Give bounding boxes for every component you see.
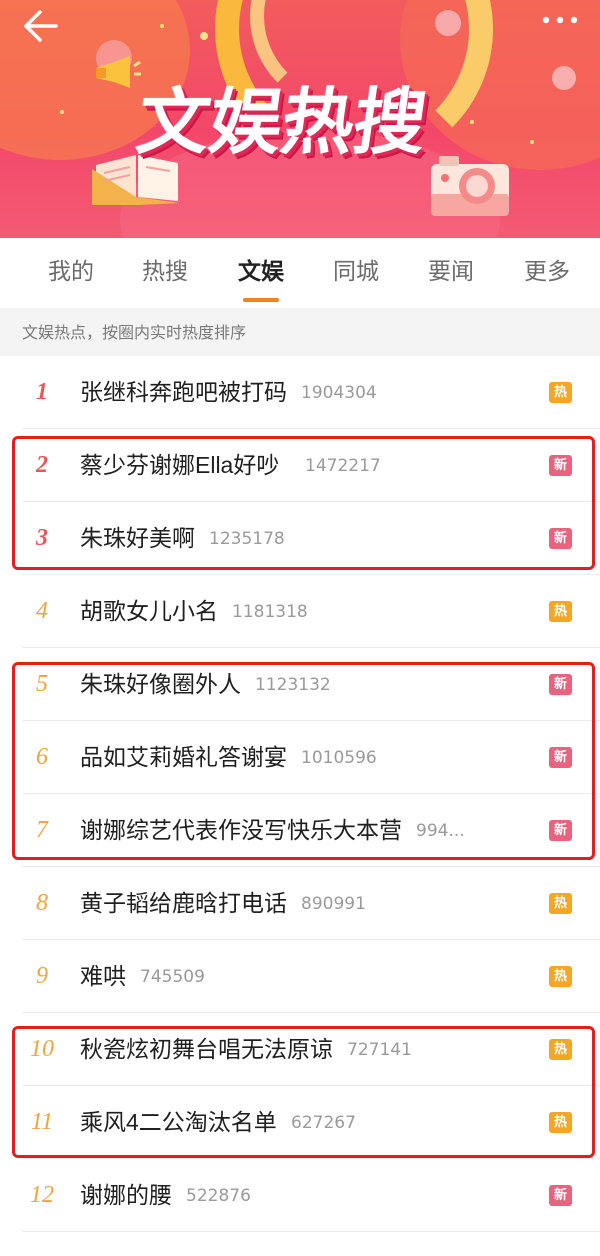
rank-number: 5	[36, 671, 48, 697]
rank-number: 8	[36, 890, 48, 916]
list-item[interactable]: 7 谢娜综艺代表作没写快乐大本营 994... 新	[0, 794, 600, 867]
new-badge: 新	[549, 1185, 572, 1206]
topic-title: 胡歌女儿小名	[80, 598, 218, 624]
topic-title: 难哄	[80, 963, 126, 989]
active-tab-indicator	[243, 298, 279, 302]
rank-number: 9	[36, 963, 48, 989]
topic-title: 朱珠好美啊	[80, 525, 195, 551]
tab-local[interactable]: 同城	[333, 255, 379, 287]
rank-number: 1	[36, 379, 48, 405]
list-item[interactable]: 2 蔡少芬谢娜Ella好吵 1472217 新	[0, 429, 600, 502]
banner-sparkle	[160, 24, 164, 28]
new-badge: 新	[549, 820, 572, 841]
heat-count: 1235178	[209, 529, 285, 549]
topic-title: 蔡少芬谢娜Ella好吵	[80, 452, 280, 478]
back-arrow-icon[interactable]	[18, 6, 62, 46]
banner-header: 文娱热搜	[0, 0, 600, 238]
banner-dot	[435, 10, 461, 36]
hot-badge: 热	[549, 966, 572, 987]
topic-title: 谢娜的腰	[80, 1182, 172, 1208]
rank-number: 7	[36, 817, 48, 843]
topic-title: 张继科奔跑吧被打码	[80, 379, 287, 405]
topic-title: 秋瓷炫初舞台唱无法原谅	[80, 1036, 333, 1062]
hot-badge: 热	[549, 382, 572, 403]
topic-title: 谢娜综艺代表作没写快乐大本营	[80, 817, 402, 843]
heat-count: 627267	[291, 1113, 356, 1133]
rank-number: 3	[36, 525, 48, 551]
heat-count: 994...	[416, 821, 465, 841]
topic-title: 品如艾莉婚礼答谢宴	[80, 744, 287, 770]
banner-dot	[552, 66, 576, 90]
row-divider	[22, 1231, 600, 1232]
banner-sparkle	[530, 140, 534, 144]
heat-count: 1904304	[301, 383, 377, 403]
list-item[interactable]: 1 张继科奔跑吧被打码 1904304 热	[0, 356, 600, 429]
list-description-bar: 文娱热点，按圈内实时热度排序	[0, 308, 600, 356]
heat-count: 1123132	[255, 675, 331, 695]
heat-count: 1181318	[232, 602, 308, 622]
list-item[interactable]: 3 朱珠好美啊 1235178 新	[0, 502, 600, 575]
tab-news[interactable]: 要闻	[428, 255, 474, 287]
topic-title: 朱珠好像圈外人	[80, 671, 241, 697]
list-item[interactable]: 9 难哄 745509 热	[0, 940, 600, 1013]
tab-hot-search[interactable]: 热搜	[142, 255, 188, 287]
new-badge: 新	[549, 747, 572, 768]
rank-number: 6	[36, 744, 48, 770]
topic-title: 乘风4二公淘汰名单	[80, 1109, 277, 1135]
page-title: 文娱热搜	[132, 79, 433, 164]
list-item[interactable]: 11 乘风4二公淘汰名单 627267 热	[0, 1086, 600, 1159]
rank-number: 11	[30, 1109, 54, 1135]
list-item[interactable]: 6 品如艾莉婚礼答谢宴 1010596 新	[0, 721, 600, 794]
list-item[interactable]: 8 黄子韬给鹿晗打电话 890991 热	[0, 867, 600, 940]
heat-count: 1472217	[305, 456, 381, 476]
list-item[interactable]: 12 谢娜的腰 522876 新	[0, 1159, 600, 1232]
tab-mine[interactable]: 我的	[48, 255, 94, 287]
heat-count: 522876	[186, 1186, 251, 1206]
heat-count: 727141	[347, 1040, 412, 1060]
new-badge: 新	[549, 455, 572, 476]
list-description: 文娱热点，按圈内实时热度排序	[22, 323, 247, 342]
hot-badge: 热	[549, 601, 572, 622]
list-item[interactable]: 10 秋瓷炫初舞台唱无法原谅 727141 热	[0, 1013, 600, 1086]
new-badge: 新	[549, 674, 572, 695]
rank-number: 4	[36, 598, 48, 624]
rank-number: 10	[30, 1036, 54, 1062]
rank-number: 12	[30, 1182, 54, 1208]
hot-badge: 热	[549, 1112, 572, 1133]
rank-number: 2	[36, 452, 48, 478]
more-dots-icon[interactable]	[538, 8, 582, 32]
banner-sparkle	[60, 110, 64, 114]
list-item[interactable]: 5 朱珠好像圈外人 1123132 新	[0, 648, 600, 721]
banner-dot	[200, 32, 208, 40]
megaphone-icon	[96, 56, 141, 88]
hot-badge: 热	[549, 1039, 572, 1060]
tab-bar: 我的 热搜 文娱 同城 要闻 更多	[0, 238, 600, 308]
topic-title: 黄子韬给鹿晗打电话	[80, 890, 287, 916]
list-item[interactable]: 4 胡歌女儿小名 1181318 热	[0, 575, 600, 648]
tab-more[interactable]: 更多	[524, 255, 570, 287]
tab-entertainment[interactable]: 文娱	[238, 255, 284, 287]
heat-count: 890991	[301, 894, 366, 914]
new-badge: 新	[549, 528, 572, 549]
hot-badge: 热	[549, 893, 572, 914]
heat-count: 1010596	[301, 748, 377, 768]
heat-count: 745509	[140, 967, 205, 987]
